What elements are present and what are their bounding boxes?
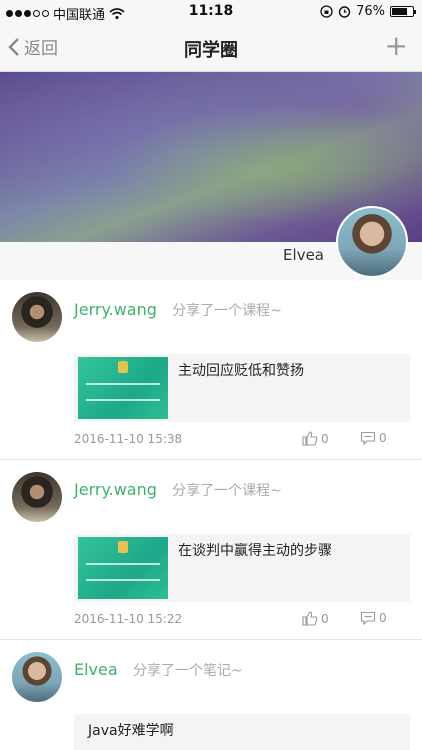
like-button[interactable]: 0: [302, 611, 329, 626]
comment-button[interactable]: 0: [360, 611, 387, 625]
author-line: Elvea 分享了一个笔记~: [74, 660, 243, 680]
note-text: Java好难学啊: [88, 723, 174, 739]
author-name[interactable]: Jerry.wang: [74, 300, 157, 319]
author-name[interactable]: Jerry.wang: [74, 480, 157, 499]
page-title: 同学圈: [184, 40, 238, 61]
course-logo: [118, 541, 128, 553]
feed-item: Jerry.wang 分享了一个课程~ 主动回应贬低和赞扬 2016-11-10…: [0, 280, 422, 460]
author-line: Jerry.wang 分享了一个课程~: [74, 480, 282, 500]
battery-percent: 76%: [356, 4, 385, 19]
course-thumbnail: [78, 357, 168, 419]
course-logo: [118, 361, 128, 373]
comment-count: 0: [379, 611, 387, 625]
battery-icon: [390, 6, 416, 17]
comment-icon: [360, 611, 376, 625]
like-icon: [302, 431, 318, 446]
avatar[interactable]: [12, 472, 62, 522]
profile-name: Elvea: [283, 246, 324, 264]
avatar[interactable]: [12, 292, 62, 342]
comment-icon: [360, 431, 376, 445]
status-bar: 中国联通 11:18 76%: [0, 0, 422, 24]
share-action: 分享了一个课程~: [172, 303, 282, 319]
feed-item: Elvea 分享了一个笔记~ Java好难学啊: [0, 640, 422, 750]
share-action: 分享了一个课程~: [172, 483, 282, 499]
course-title: 在谈判中赢得主动的步骤: [178, 543, 332, 559]
like-icon: [302, 611, 318, 626]
alarm-icon: [338, 6, 351, 18]
like-count: 0: [321, 431, 329, 446]
course-card[interactable]: 主动回应贬低和赞扬: [74, 354, 410, 422]
author-line: Jerry.wang 分享了一个课程~: [74, 300, 282, 320]
orientation-lock-icon: [320, 5, 333, 18]
add-button[interactable]: +: [385, 32, 408, 60]
comment-count: 0: [379, 431, 387, 445]
share-action: 分享了一个笔记~: [132, 663, 243, 679]
profile-avatar[interactable]: [336, 206, 408, 278]
note-card[interactable]: Java好难学啊: [74, 714, 410, 750]
battery-fill: [392, 8, 408, 15]
avatar[interactable]: [12, 652, 62, 702]
course-card[interactable]: 在谈判中赢得主动的步骤: [74, 534, 410, 602]
like-button[interactable]: 0: [302, 431, 329, 446]
comment-button[interactable]: 0: [360, 431, 387, 445]
author-name[interactable]: Elvea: [74, 660, 118, 679]
like-count: 0: [321, 611, 329, 626]
status-right: 76%: [320, 4, 416, 19]
nav-bar: 返回 同学圈 +: [0, 24, 422, 72]
course-title: 主动回应贬低和赞扬: [178, 363, 304, 379]
feed-item: Jerry.wang 分享了一个课程~ 在谈判中赢得主动的步骤 2016-11-…: [0, 460, 422, 640]
post-time: 2016-11-10 15:38: [74, 432, 183, 446]
post-time: 2016-11-10 15:22: [74, 612, 183, 626]
course-thumbnail: [78, 537, 168, 599]
